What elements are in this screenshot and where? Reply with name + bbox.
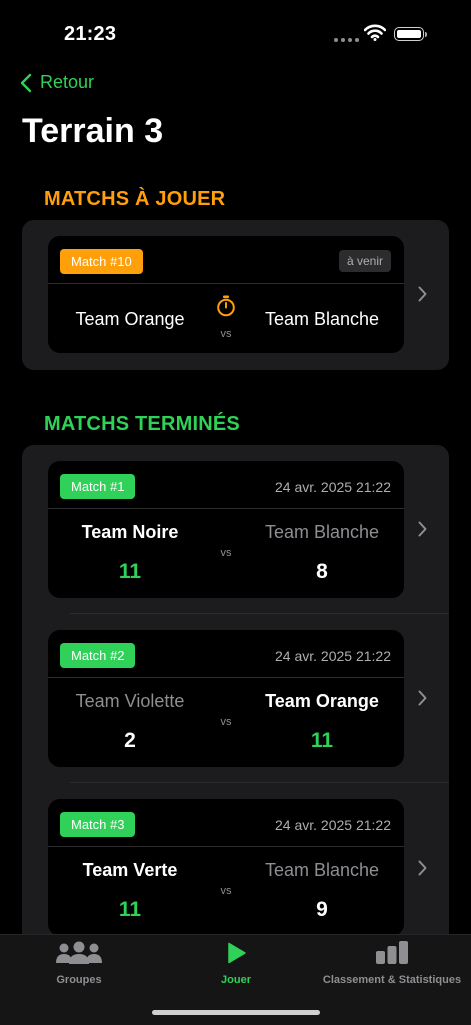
finished-matches-header: MATCHS TERMINÉS [44, 413, 240, 435]
team-right-score: 11 [310, 729, 334, 752]
vs-label: vs [220, 716, 232, 728]
match-card-header: Match #1 24 avr. 2025 21:22 [48, 461, 404, 509]
team-right-name: Team Blanche [264, 860, 380, 880]
team-left-name: Team Verte [82, 860, 178, 880]
team-left-score: 11 [118, 560, 142, 583]
tab-groups[interactable]: Groupes [20, 941, 138, 986]
chevron-right-icon [418, 521, 427, 537]
finished-matches-group: Match #1 24 avr. 2025 21:22 Team Noire v… [22, 445, 449, 965]
finished-match-card[interactable]: Match #2 24 avr. 2025 21:22 Team Violett… [48, 630, 404, 767]
team-left-name: Team Orange [75, 309, 185, 329]
team-right-name: Team Blanche [264, 522, 380, 542]
match-date: 24 avr. 2025 21:22 [275, 648, 391, 664]
match-number-badge: Match #10 [60, 249, 143, 274]
tab-groups-label: Groupes [56, 974, 102, 986]
home-indicator [152, 1010, 320, 1015]
status-bar: 21:23 [0, 0, 471, 60]
upcoming-matches-group: Match #10 à venir Team Orange vs Team Bl… [22, 220, 449, 370]
chevron-left-icon [20, 73, 32, 92]
wifi-icon [364, 24, 386, 41]
timer-icon [217, 295, 235, 317]
match-card-header: Match #2 24 avr. 2025 21:22 [48, 630, 404, 678]
cellular-signal-icon [334, 38, 359, 42]
vs-label: vs [220, 547, 232, 559]
match-number-badge: Match #2 [60, 643, 136, 668]
page-title: Terrain 3 [22, 112, 164, 150]
match-card-header: Match #10 à venir [48, 236, 404, 284]
chevron-right-icon [418, 690, 427, 706]
chevron-right-icon [418, 860, 427, 876]
battery-icon [394, 27, 427, 41]
finished-match-card[interactable]: Match #1 24 avr. 2025 21:22 Team Noire v… [48, 461, 404, 598]
team-right-score: 8 [316, 560, 328, 583]
team-left-score: 11 [118, 898, 142, 921]
team-left-name: Team Noire [81, 522, 179, 542]
row-separator [70, 782, 449, 783]
status-badge: à venir [338, 250, 391, 272]
vs-label: vs [220, 885, 232, 897]
tab-play-label: Jouer [221, 974, 251, 986]
match-date: 24 avr. 2025 21:22 [275, 479, 391, 495]
upcoming-match-card[interactable]: Match #10 à venir Team Orange vs Team Bl… [48, 236, 404, 353]
tab-play[interactable]: Jouer [186, 941, 286, 986]
team-right-name: Team Orange [265, 691, 379, 711]
match-number-badge: Match #1 [60, 474, 136, 499]
match-number-badge: Match #3 [60, 812, 136, 837]
back-button-label: Retour [40, 72, 95, 92]
match-date: 24 avr. 2025 21:22 [275, 817, 391, 833]
bar-chart-icon [376, 941, 408, 964]
vs-label: vs [220, 328, 232, 340]
people-group-icon [56, 941, 102, 964]
team-right-name: Team Blanche [264, 309, 380, 329]
back-button[interactable]: Retour [20, 72, 94, 93]
team-right-score: 9 [316, 898, 328, 921]
upcoming-matches-header: MATCHS À JOUER [44, 188, 226, 210]
row-separator [70, 613, 449, 614]
status-time: 21:23 [64, 23, 117, 45]
chevron-right-icon [418, 286, 427, 302]
play-icon [228, 942, 246, 964]
match-card-header: Match #3 24 avr. 2025 21:22 [48, 799, 404, 847]
team-left-name: Team Violette [75, 691, 185, 711]
tab-stats-label: Classement & Statistiques [322, 974, 462, 986]
finished-match-card[interactable]: Match #3 24 avr. 2025 21:22 Team Verte v… [48, 799, 404, 936]
team-left-score: 2 [124, 729, 136, 752]
tab-stats[interactable]: Classement & Statistiques [316, 941, 468, 986]
